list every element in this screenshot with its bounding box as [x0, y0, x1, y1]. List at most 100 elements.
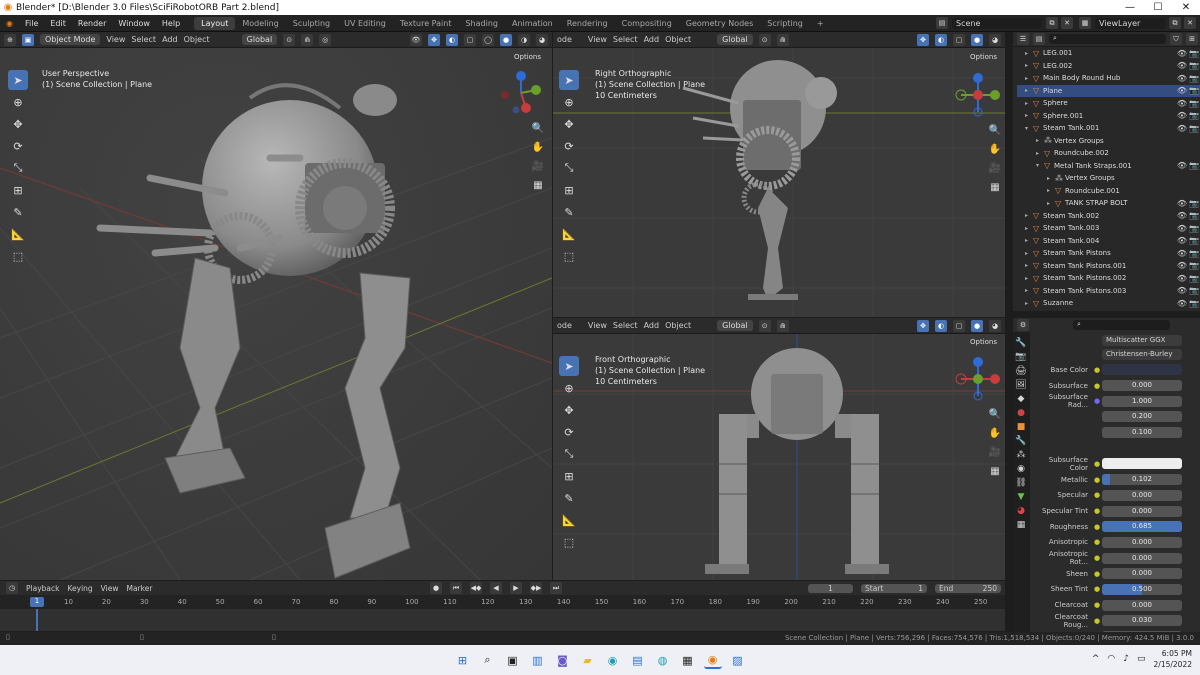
outliner-item-name[interactable]: Steam Tank Pistons [1043, 249, 1176, 257]
cursor-tool-icon[interactable]: ⊕ [559, 92, 579, 112]
properties-editor-icon[interactable]: ⚙ [1017, 319, 1029, 331]
gizmo-icon[interactable]: ✥ [428, 33, 440, 46]
tab-compositing[interactable]: Compositing [615, 17, 679, 30]
solid-shading-icon[interactable]: ● [500, 33, 512, 46]
color-swatch[interactable] [1102, 364, 1182, 376]
select-box-icon[interactable]: ▣ [22, 33, 34, 46]
camera-icon[interactable]: 🎥 [987, 444, 1003, 460]
visibility-icon[interactable]: 👁 [410, 33, 422, 46]
menu-file[interactable]: File [19, 19, 44, 28]
select-tool-icon[interactable]: ➤ [8, 70, 28, 90]
outliner-row[interactable]: ▸ ⁂ Vertex Groups [1017, 135, 1200, 148]
pan-hand-icon[interactable]: ✋ [530, 139, 546, 155]
property-value-field[interactable]: 0.000 [1102, 489, 1182, 501]
render-camera-icon[interactable]: 📷 [1188, 124, 1200, 133]
photos-icon[interactable]: ▨ [729, 651, 747, 669]
clock[interactable]: 6:05 PM 2/15/2022 [1154, 648, 1192, 670]
socket-dot-icon[interactable]: ● [1092, 554, 1102, 562]
outliner-row[interactable]: ▾ ▽ Metal Tank Straps.001 👁 📷 [1017, 160, 1200, 173]
property-value-field[interactable]: 0.200 [1102, 411, 1182, 423]
outliner-item-name[interactable]: Steam Tank Pistons.002 [1043, 274, 1176, 282]
tab-geometry-nodes[interactable]: Geometry Nodes [679, 17, 760, 30]
perspective-toggle-icon[interactable]: ▦ [987, 179, 1003, 195]
xray-icon[interactable]: ▢ [953, 33, 965, 46]
modifier-tab-icon[interactable]: 🔧 [1015, 436, 1026, 446]
navigation-gizmo[interactable] [496, 68, 546, 118]
render-camera-icon[interactable]: 📷 [1188, 236, 1200, 245]
render-camera-icon[interactable]: 📷 [1188, 261, 1200, 270]
add-workspace-button[interactable]: + [810, 17, 831, 30]
property-value-field[interactable]: 0.000 [1102, 536, 1182, 548]
outliner-item-name[interactable]: Sphere.001 [1043, 112, 1176, 120]
expand-toggle-icon[interactable]: ▸ [1025, 237, 1033, 244]
move-tool-icon[interactable]: ✥ [559, 400, 579, 420]
outliner-row[interactable]: ▸ ▽ Steam Tank Pistons.001 👁 📷 [1017, 260, 1200, 273]
scene-icon[interactable]: ▤ [936, 17, 948, 29]
timeline-track[interactable] [0, 609, 1005, 631]
add-cube-tool-icon[interactable]: ⬚ [559, 246, 579, 266]
windows-start-icon[interactable]: ⊞ [454, 651, 472, 669]
tool-tab-icon[interactable]: 🔧 [1015, 338, 1026, 348]
view-menu[interactable]: View [588, 321, 607, 330]
socket-dot-icon[interactable]: ● [1092, 523, 1102, 531]
property-value-field[interactable]: 0.000 [1102, 380, 1182, 392]
measure-tool-icon[interactable]: 📐 [8, 224, 28, 244]
edge-browser-icon[interactable]: ◉ [604, 651, 622, 669]
outliner-item-name[interactable]: Roundcube.002 [1054, 149, 1200, 157]
menu-render[interactable]: Render [72, 19, 112, 28]
chat-icon[interactable]: ◙ [554, 651, 572, 669]
new-view-layer-icon[interactable]: ⧉ [1169, 17, 1181, 29]
scene-selector[interactable]: Scene [952, 17, 1042, 29]
tab-animation[interactable]: Animation [505, 17, 560, 30]
expand-toggle-icon[interactable]: ▸ [1047, 200, 1055, 207]
outliner-row[interactable]: ▸ ▽ Steam Tank Pistons.003 👁 📷 [1017, 285, 1200, 298]
render-camera-icon[interactable]: 📷 [1188, 299, 1200, 308]
visibility-eye-icon[interactable]: 👁 [1176, 99, 1188, 108]
search-icon[interactable]: ⌕ [479, 651, 497, 669]
widgets-icon[interactable]: ▥ [529, 651, 547, 669]
menu-edit[interactable]: Edit [44, 19, 72, 28]
close-button[interactable]: ✕ [1172, 2, 1200, 13]
gizmo-icon[interactable]: ✥ [917, 33, 929, 46]
world-tab-icon[interactable]: ● [1017, 408, 1025, 418]
solid-shading-icon[interactable]: ● [971, 33, 983, 46]
tab-modeling[interactable]: Modeling [235, 17, 285, 30]
visibility-eye-icon[interactable]: 👁 [1176, 111, 1188, 120]
outliner-item-name[interactable]: Steam Tank.001 [1043, 124, 1176, 132]
render-camera-icon[interactable]: 📷 [1188, 199, 1200, 208]
constraints-tab-icon[interactable]: ⛓ [1015, 478, 1026, 488]
zoom-icon[interactable]: 🔍 [987, 406, 1003, 422]
outliner-row[interactable]: ▸ ▽ Main Body Round Hub 👁 📷 [1017, 72, 1200, 85]
object-menu[interactable]: Object [665, 35, 691, 44]
render-camera-icon[interactable]: 📷 [1188, 274, 1200, 283]
property-value-field[interactable]: 0.000 [1102, 568, 1182, 580]
tray-chevron-icon[interactable]: ^ [1092, 654, 1100, 664]
material-shading-icon[interactable]: ◑ [518, 33, 530, 46]
file-explorer-icon[interactable]: ▰ [579, 651, 597, 669]
transform-tool-icon[interactable]: ⊞ [8, 180, 28, 200]
right-ortho-viewport[interactable]: Right Orthographic (1) Scene Collection … [553, 48, 1005, 317]
expand-toggle-icon[interactable]: ▾ [1025, 125, 1033, 132]
select-tool-icon[interactable]: ➤ [559, 356, 579, 376]
snap-icon[interactable]: ⋒ [301, 33, 314, 46]
socket-dot-icon[interactable]: ● [1092, 601, 1102, 609]
orientation-dropdown[interactable]: Global [717, 34, 753, 45]
cursor-tool-icon[interactable]: ⊕ [8, 92, 28, 112]
property-value-field[interactable]: 0.500 [1102, 583, 1182, 595]
properties-search-input[interactable]: ⌕ [1073, 320, 1170, 330]
options-button[interactable]: Options [509, 52, 547, 62]
orientation-dropdown[interactable]: Global [717, 320, 753, 331]
outliner-row[interactable]: ▸ ▽ Steam Tank.004 👁 📷 [1017, 235, 1200, 248]
outliner-item-name[interactable]: LEG.001 [1043, 49, 1176, 57]
minimize-button[interactable]: — [1116, 2, 1144, 13]
visibility-eye-icon[interactable]: 👁 [1176, 124, 1188, 133]
filter-icon[interactable]: ⛉ [1170, 33, 1182, 45]
property-value-field[interactable]: 0.685 [1102, 521, 1182, 533]
rendered-shading-icon[interactable]: ◕ [989, 33, 1001, 46]
rotate-tool-icon[interactable]: ⟳ [8, 136, 28, 156]
socket-dot-icon[interactable]: ● [1092, 570, 1102, 578]
render-camera-icon[interactable]: 📷 [1188, 61, 1200, 70]
select-menu[interactable]: Select [131, 35, 156, 44]
property-value-field[interactable]: 0.000 [1102, 599, 1182, 611]
tab-scripting[interactable]: Scripting [760, 17, 810, 30]
